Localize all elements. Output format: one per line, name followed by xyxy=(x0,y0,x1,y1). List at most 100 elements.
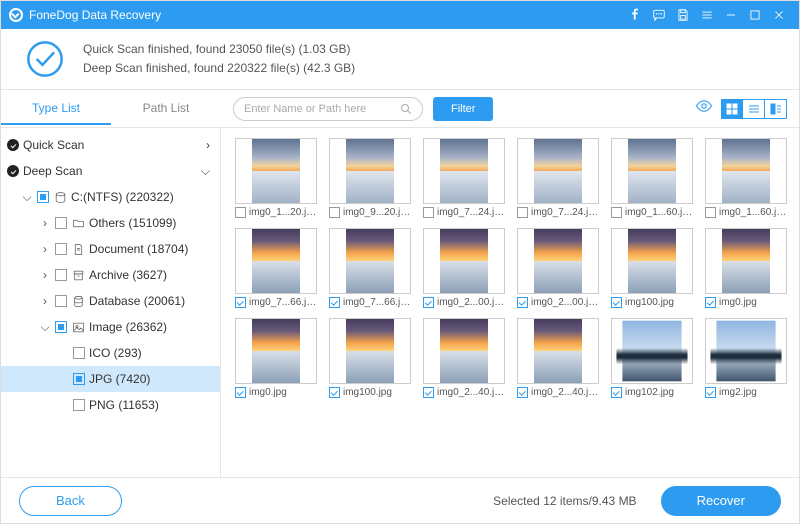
thumbnail-cell[interactable]: img102.jpg xyxy=(611,318,693,398)
sidebar-drive[interactable]: ⌵ C:(NTFS) (220322) xyxy=(1,184,220,210)
checkbox[interactable] xyxy=(423,297,434,308)
thumbnail-cell[interactable]: img0.jpg xyxy=(705,228,787,308)
checkbox[interactable] xyxy=(517,297,528,308)
sidebar-ico[interactable]: › ICO (293) xyxy=(1,340,220,366)
back-button[interactable]: Back xyxy=(19,486,122,516)
minimize-button[interactable] xyxy=(719,1,743,29)
thumbnail-image[interactable] xyxy=(517,138,599,204)
search-box[interactable] xyxy=(233,97,423,121)
view-list-button[interactable] xyxy=(743,99,765,119)
close-button[interactable] xyxy=(767,1,791,29)
thumbnail-image[interactable] xyxy=(705,228,787,294)
thumbnail-image[interactable] xyxy=(423,138,505,204)
thumbnail-image[interactable] xyxy=(235,318,317,384)
checkbox[interactable] xyxy=(423,207,434,218)
checkbox[interactable] xyxy=(329,207,340,218)
checkbox[interactable] xyxy=(73,373,85,385)
thumbnail-image[interactable] xyxy=(423,318,505,384)
preview-toggle-icon[interactable] xyxy=(695,97,713,120)
checkbox[interactable] xyxy=(517,207,528,218)
thumbnail-image[interactable] xyxy=(517,318,599,384)
thumbnail-cell[interactable]: img0_2...40.jpg xyxy=(517,318,599,398)
thumbnail-cell[interactable]: img0.jpg xyxy=(235,318,317,398)
thumbnail-image[interactable] xyxy=(611,138,693,204)
thumbnail-cell[interactable]: img0_1...60.jpg xyxy=(705,138,787,218)
checkbox[interactable] xyxy=(55,295,67,307)
sidebar-others[interactable]: › Others (151099) xyxy=(1,210,220,236)
maximize-button[interactable] xyxy=(743,1,767,29)
thumbnail-cell[interactable]: img100.jpg xyxy=(611,228,693,308)
checkbox[interactable] xyxy=(611,297,622,308)
thumbnail-caption: img0_1...60.jpg xyxy=(705,207,787,218)
thumbnail-cell[interactable]: img0_7...66.jpg xyxy=(329,228,411,308)
thumbnail-cell[interactable]: img0_1...60.jpg xyxy=(611,138,693,218)
menu-icon[interactable] xyxy=(695,1,719,29)
status-text: Quick Scan finished, found 23050 file(s)… xyxy=(83,40,355,78)
checkbox[interactable] xyxy=(235,207,246,218)
view-grid-button[interactable] xyxy=(721,99,743,119)
checkbox[interactable] xyxy=(235,297,246,308)
thumbnail-cell[interactable]: img2.jpg xyxy=(705,318,787,398)
label: ICO (293) xyxy=(89,346,210,360)
thumbnail-cell[interactable]: img0_7...24.jpg xyxy=(517,138,599,218)
tab-type-list[interactable]: Type List xyxy=(1,93,111,125)
sidebar-deep-scan[interactable]: Deep Scan ⌵ xyxy=(1,158,220,184)
thumbnail-image[interactable] xyxy=(329,228,411,294)
recover-button[interactable]: Recover xyxy=(661,486,781,516)
checkbox[interactable] xyxy=(73,347,85,359)
thumbnail-image[interactable] xyxy=(705,138,787,204)
checkbox[interactable] xyxy=(705,207,716,218)
label: Quick Scan xyxy=(23,138,202,152)
facebook-icon[interactable] xyxy=(623,1,647,29)
thumbnail-cell[interactable]: img0_1...20.jpg xyxy=(235,138,317,218)
sidebar-quick-scan[interactable]: Quick Scan › xyxy=(1,132,220,158)
checkbox[interactable] xyxy=(611,387,622,398)
thumbnail-cell[interactable]: img100.jpg xyxy=(329,318,411,398)
checkbox[interactable] xyxy=(329,387,340,398)
thumbnail-caption: img0_1...60.jpg xyxy=(611,207,693,218)
filter-button[interactable]: Filter xyxy=(433,97,493,121)
checkbox[interactable] xyxy=(423,387,434,398)
checkbox[interactable] xyxy=(235,387,246,398)
thumbnail-image[interactable] xyxy=(329,138,411,204)
thumbnail-image[interactable] xyxy=(235,138,317,204)
thumbnail-caption: img0.jpg xyxy=(235,387,317,398)
checkbox[interactable] xyxy=(55,269,67,281)
thumbnail-image[interactable] xyxy=(611,228,693,294)
thumbnail-image[interactable] xyxy=(423,228,505,294)
view-detail-button[interactable] xyxy=(765,99,787,119)
sidebar-document[interactable]: › Document (18704) xyxy=(1,236,220,262)
search-input[interactable] xyxy=(244,103,400,115)
thumbnail-cell[interactable]: img0_7...66.jpg xyxy=(235,228,317,308)
checkbox[interactable] xyxy=(705,387,716,398)
thumbnail-cell[interactable]: img0_9...20.jpg xyxy=(329,138,411,218)
tab-path-list[interactable]: Path List xyxy=(111,93,221,125)
thumbnail-cell[interactable]: img0_2...00.jpg xyxy=(423,228,505,308)
app-title: FoneDog Data Recovery xyxy=(29,8,161,22)
sidebar-database[interactable]: › Database (20061) xyxy=(1,288,220,314)
checkbox[interactable] xyxy=(55,243,67,255)
save-icon[interactable] xyxy=(671,1,695,29)
thumbnail-image[interactable] xyxy=(611,318,693,384)
thumbnail-cell[interactable]: img0_2...00.jpg xyxy=(517,228,599,308)
thumbnail-image[interactable] xyxy=(329,318,411,384)
thumbnail-cell[interactable]: img0_2...40.jpg xyxy=(423,318,505,398)
checkbox[interactable] xyxy=(73,399,85,411)
checkbox[interactable] xyxy=(55,217,67,229)
checkbox[interactable] xyxy=(611,207,622,218)
thumbnail-cell[interactable]: img0_7...24.jpg xyxy=(423,138,505,218)
sidebar-png[interactable]: › PNG (11653) xyxy=(1,392,220,418)
thumbnail-caption: img0_2...00.jpg xyxy=(423,297,505,308)
checkbox[interactable] xyxy=(37,191,49,203)
thumbnail-image[interactable] xyxy=(705,318,787,384)
checkbox[interactable] xyxy=(55,321,67,333)
checkbox[interactable] xyxy=(517,387,528,398)
thumbnail-image[interactable] xyxy=(517,228,599,294)
thumbnail-image[interactable] xyxy=(235,228,317,294)
sidebar-archive[interactable]: › Archive (3627) xyxy=(1,262,220,288)
sidebar-image[interactable]: ⌵ Image (26362) xyxy=(1,314,220,340)
checkbox[interactable] xyxy=(705,297,716,308)
sidebar-jpg[interactable]: › JPG (7420) xyxy=(1,366,220,392)
checkbox[interactable] xyxy=(329,297,340,308)
feedback-icon[interactable] xyxy=(647,1,671,29)
